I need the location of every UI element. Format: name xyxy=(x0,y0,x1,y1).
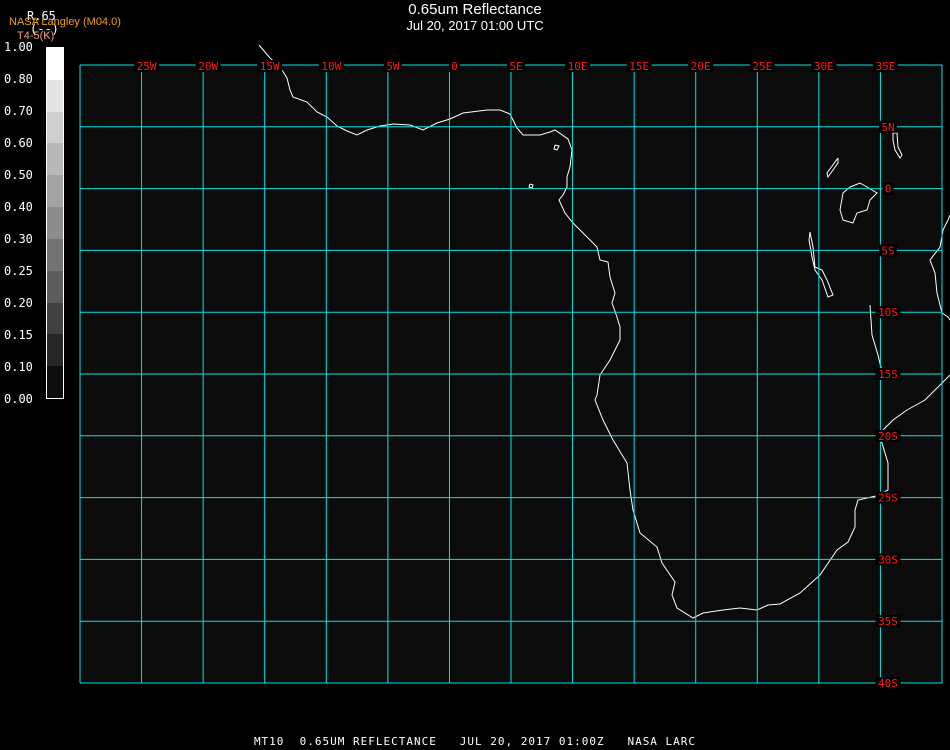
latitude-label: 5N xyxy=(881,121,894,134)
latitude-label: 15S xyxy=(878,368,898,381)
longitude-label: 15W xyxy=(260,60,280,73)
footer-caption: MT10 0.65UM REFLECTANCE JUL 20, 2017 01:… xyxy=(253,735,697,748)
latitude-label: 10S xyxy=(878,306,898,319)
longitude-label: 0 xyxy=(451,60,458,73)
longitude-label: 30E xyxy=(814,60,834,73)
latitude-label: 0 xyxy=(885,183,892,196)
latitude-label: 30S xyxy=(878,553,898,566)
latitude-label: 5S xyxy=(881,244,894,257)
longitude-label: 5E xyxy=(509,60,522,73)
longitude-label: 5W xyxy=(386,60,400,73)
latitude-label: 25S xyxy=(878,492,898,505)
longitude-label: 15E xyxy=(629,60,649,73)
latitude-label: 20S xyxy=(878,430,898,443)
longitude-label: 25W xyxy=(137,60,157,73)
longitude-label: 25E xyxy=(752,60,772,73)
longitude-label: 10W xyxy=(321,60,341,73)
latitude-label: 40S xyxy=(878,677,898,690)
longitude-label: 20E xyxy=(691,60,711,73)
satellite-map: 25W 20W 15W 10W 5W 0 5E 10E 15E 20E 25E 30E 35E 5N 0 5S… xyxy=(79,44,950,690)
longitude-label: 20W xyxy=(198,60,218,73)
longitude-label: 35E xyxy=(875,60,895,73)
longitude-label: 10E xyxy=(568,60,588,73)
latitude-label: 35S xyxy=(878,615,898,628)
